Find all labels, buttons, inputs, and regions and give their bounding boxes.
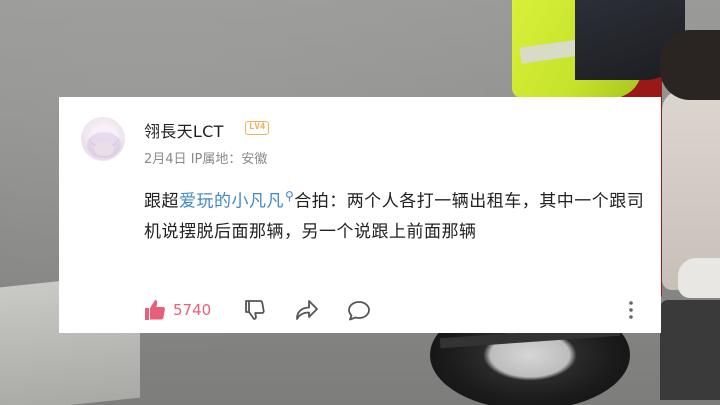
rider-hand — [660, 30, 720, 100]
avatar[interactable] — [81, 117, 125, 161]
rider-shoe — [678, 258, 720, 298]
thumb-down-icon[interactable] — [243, 298, 267, 326]
comment-date: 2月4日 — [144, 152, 187, 167]
like-count: 5740 — [173, 301, 212, 319]
search-icon: ⚲ — [285, 189, 295, 203]
level-badge: LV4 — [245, 121, 270, 135]
thumb-up-icon[interactable] — [143, 298, 167, 326]
ip-location: IP属地：安徽 — [190, 152, 268, 167]
more-vertical-icon[interactable] — [627, 300, 635, 324]
comment-card: 翎長天LCT LV4 2月4日 IP属地：安徽 跟超爱玩的小凡凡⚲合拍：两个人各… — [59, 97, 661, 333]
username[interactable]: 翎長天LCT — [144, 118, 224, 142]
comment-text: 跟超爱玩的小凡凡⚲合拍：两个人各打一辆出租车，其中一个跟司机说摆脱后面那辆，另一… — [144, 181, 649, 247]
comment-text-prefix: 跟超 — [144, 191, 179, 212]
motorcycle-stand — [660, 300, 720, 400]
share-arrow-icon[interactable] — [295, 299, 319, 325]
comment-meta: 2月4日 IP属地：安徽 — [144, 148, 267, 167]
comment-bubble-icon[interactable] — [347, 300, 371, 326]
mention-link[interactable]: 爱玩的小凡凡 — [179, 192, 284, 212]
